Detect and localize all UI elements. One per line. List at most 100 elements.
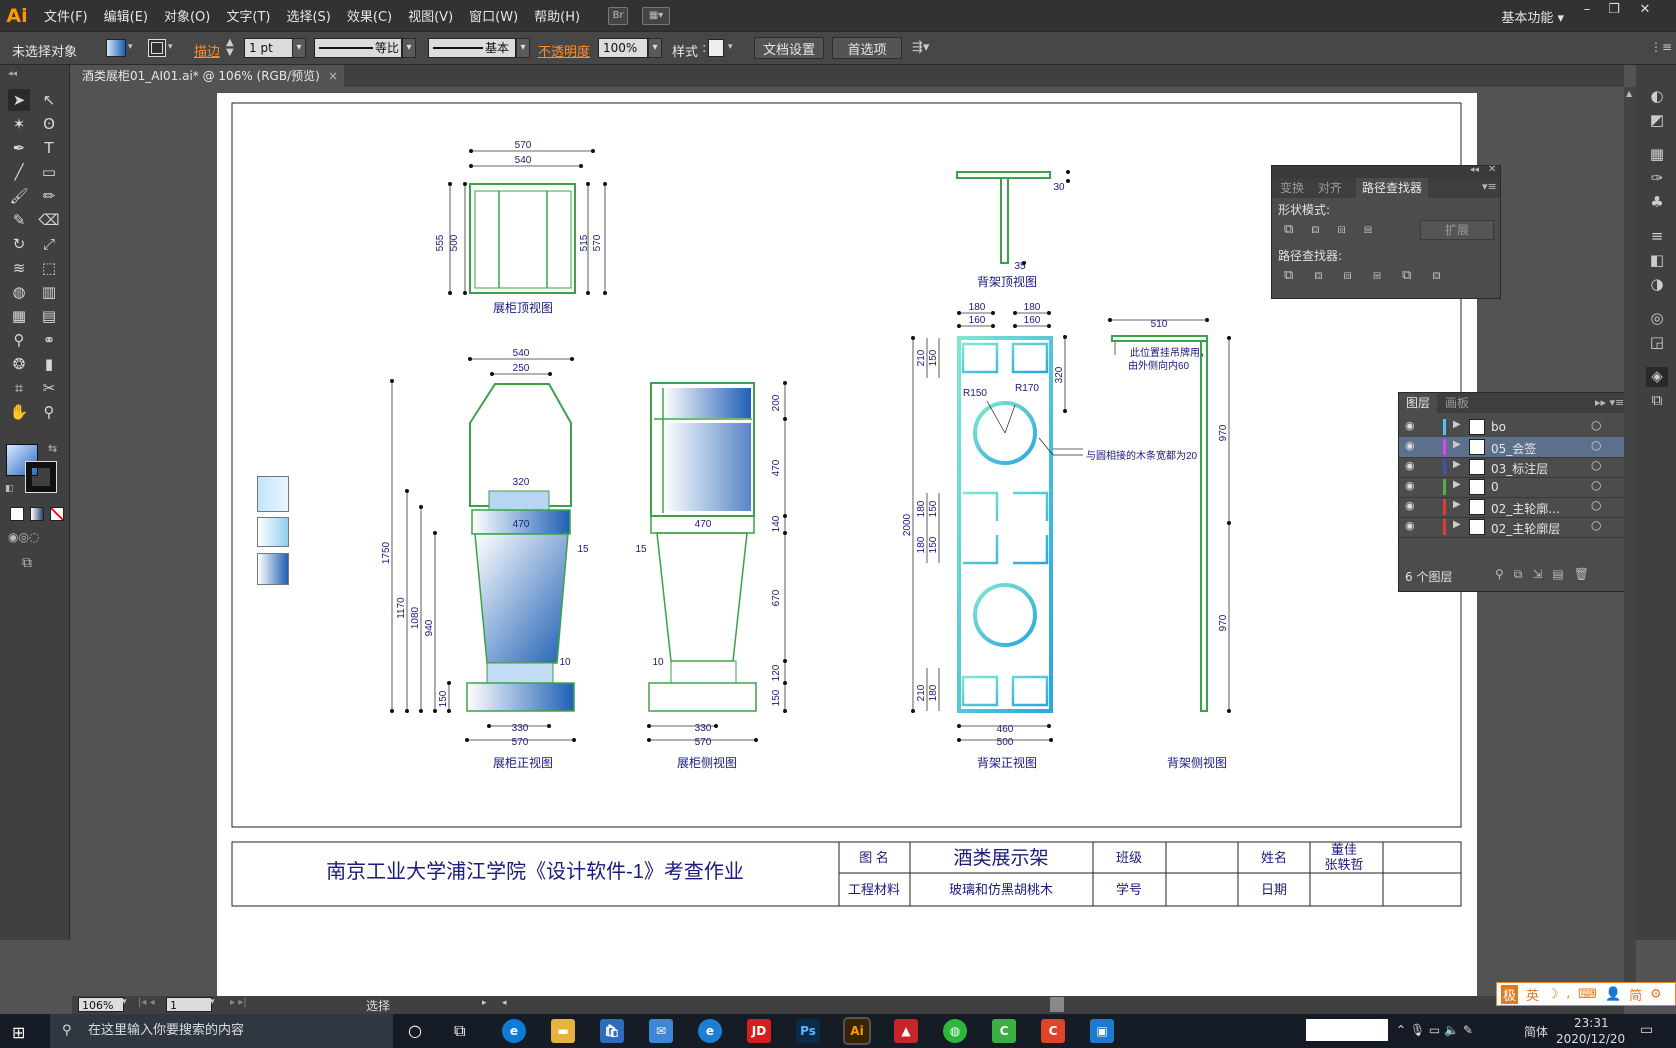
document-setup-button[interactable]: 文档设置 [754, 37, 824, 59]
fill-swatch[interactable] [106, 39, 126, 57]
stroke-label[interactable]: 描边 [194, 41, 220, 60]
workspace-switcher[interactable]: 基本功能 ▾ [1501, 7, 1564, 26]
close-tab-icon[interactable]: × [328, 65, 338, 87]
gradient-mode-icon[interactable] [30, 507, 44, 521]
shape-mode-icons[interactable]: ⧉⧈⧇⧆ [1284, 222, 1390, 237]
gradient-swatch[interactable] [257, 517, 289, 547]
screen-mode-icon[interactable]: ⧉ [22, 555, 32, 571]
blob-brush-icon[interactable]: ✎ [8, 209, 30, 231]
first-artboard-icon[interactable]: |◂ ◂ [138, 997, 155, 1008]
chevron-down-icon[interactable]: ▾ [728, 42, 733, 52]
clock-date[interactable]: 2020/12/20 [1556, 1032, 1625, 1046]
wechat-icon[interactable]: ◍ [943, 1019, 967, 1043]
chevron-down-icon[interactable]: ▾ [516, 38, 530, 58]
rectangle-tool-icon[interactable]: ▭ [38, 161, 60, 183]
menu-effect[interactable]: 效果(C) [347, 6, 392, 25]
photoshop-icon[interactable]: Ps [796, 1019, 820, 1043]
target-icon[interactable]: ○ [1591, 518, 1601, 532]
appearance-icon[interactable]: ◎ [1646, 309, 1668, 329]
scale-tool-icon[interactable]: ⤢ [38, 233, 60, 255]
layer-action-icons[interactable]: ⚲⧉⇲▤🗑 [1495, 567, 1599, 582]
variable-width-profile[interactable]: 等比 [314, 38, 402, 58]
layer-row[interactable]: ◉ ▶ 05_会签 ○ [1399, 437, 1624, 458]
type-tool-icon[interactable]: T [38, 137, 60, 159]
graphic-styles-icon[interactable]: ◲ [1646, 333, 1668, 353]
clock-time[interactable]: 23:31 [1574, 1016, 1609, 1030]
target-icon[interactable]: ○ [1591, 458, 1601, 472]
color-mode-icon[interactable] [10, 507, 24, 521]
free-transform-icon[interactable]: ⬚ [38, 257, 60, 279]
expand-arrow-icon[interactable]: ▶ [1453, 519, 1461, 530]
layer-row[interactable]: ◉ ▶ 02_主轮廓... ○ [1399, 497, 1624, 518]
opacity-input[interactable]: 100% [598, 38, 648, 58]
eye-icon[interactable]: ◉ [1405, 479, 1415, 492]
chevron-down-icon[interactable]: ▾ [210, 997, 215, 1007]
layer-row[interactable]: ◉ ▶ bo ○ [1399, 417, 1624, 438]
gradient-tool-icon[interactable]: ▤ [38, 305, 60, 327]
menu-view[interactable]: 视图(V) [408, 6, 453, 25]
tab-pathfinder[interactable]: 路径查找器 [1356, 178, 1429, 198]
tray-icons[interactable]: ⌃ 🎙 ▭ 🔈 ✎ [1396, 1023, 1473, 1037]
notification-icon[interactable]: ▭ [1640, 1022, 1653, 1038]
stroke-weight-input[interactable]: 1 pt [244, 38, 294, 58]
pathfinder-icons[interactable]: ⧉⧈⧇⧆⧉⧈ [1284, 268, 1462, 283]
chevron-down-icon[interactable]: ▾ [648, 38, 662, 58]
tab-align[interactable]: 对齐 [1318, 178, 1342, 198]
expand-arrow-icon[interactable]: ▶ [1453, 459, 1461, 470]
task-view-icon[interactable]: ⧉ [454, 1021, 465, 1041]
bridge-button[interactable]: Br [608, 6, 629, 25]
layer-name[interactable]: 02_主轮廓... [1491, 500, 1560, 517]
lasso-icon[interactable]: ʘ [38, 113, 60, 135]
restore-icon[interactable]: ❐ [1603, 2, 1625, 18]
menu-edit[interactable]: 编辑(E) [104, 6, 148, 25]
expand-arrow-icon[interactable]: ▶ [1453, 419, 1461, 430]
layer-name[interactable]: 05_会签 [1491, 440, 1536, 457]
tab-artboards[interactable]: 画板 [1445, 393, 1469, 413]
gradient-swatch[interactable] [257, 553, 289, 585]
gradient-swatch[interactable] [257, 476, 289, 512]
c-red-app-icon[interactable]: C [1041, 1019, 1065, 1043]
acrobat-icon[interactable]: ▲ [894, 1019, 918, 1043]
jd-icon[interactable]: JD [747, 1019, 771, 1043]
expand-arrow-icon[interactable]: ▶ [1453, 439, 1461, 450]
scroll-left-icon[interactable]: ◂ [502, 998, 507, 1008]
mail-icon[interactable]: ✉ [649, 1019, 673, 1043]
draw-mode-icon[interactable]: ◉◎◌ [8, 530, 39, 544]
width-tool-icon[interactable]: ≋ [8, 257, 30, 279]
cortana-icon[interactable]: ○ [408, 1021, 422, 1040]
artboards-icon[interactable]: ⧉ [1646, 391, 1668, 411]
menu-type[interactable]: 文字(T) [226, 6, 270, 25]
target-icon[interactable]: ○ [1591, 438, 1601, 452]
artboard-number[interactable]: 1 [166, 997, 212, 1012]
target-icon[interactable]: ○ [1591, 498, 1601, 512]
pen-tool-icon[interactable]: ✒ [8, 137, 30, 159]
panel-menu-icon[interactable]: ▾≡ [1482, 180, 1497, 193]
paintbrush-icon[interactable]: 🖌 [8, 185, 30, 207]
symbol-sprayer-icon[interactable]: ❂ [8, 353, 30, 375]
menu-select[interactable]: 选择(S) [286, 6, 330, 25]
color-guide-icon[interactable]: ◐ [1646, 87, 1668, 107]
vertical-scrollbar[interactable]: ▲ [1624, 87, 1636, 996]
tab-layers[interactable]: 图层 [1399, 393, 1438, 413]
zoom-tool-icon[interactable]: ⚲ [38, 401, 60, 423]
layer-name[interactable]: 03_标注层 [1491, 460, 1548, 477]
direct-selection-tool-icon[interactable]: ↖ [38, 89, 60, 111]
layers-icon[interactable]: ◈ [1646, 367, 1668, 387]
menu-help[interactable]: 帮助(H) [534, 6, 580, 25]
menu-object[interactable]: 对象(O) [164, 6, 210, 25]
expand-arrow-icon[interactable]: ▶ [1453, 499, 1461, 510]
brush-icon[interactable]: ◩ [1646, 111, 1668, 131]
arrange-documents-button[interactable]: ▦▾ [642, 6, 671, 25]
hand-tool-icon[interactable]: ✋ [8, 401, 30, 423]
minimize-icon[interactable]: – [1576, 2, 1598, 18]
pencil-icon[interactable]: ✏ [38, 185, 60, 207]
stroke-color-box[interactable] [25, 461, 57, 493]
menu-file[interactable]: 文件(F) [44, 6, 88, 25]
eye-icon[interactable]: ◉ [1405, 519, 1415, 532]
layer-name[interactable]: 0 [1491, 480, 1499, 494]
eraser-icon[interactable]: ⌫ [38, 209, 60, 231]
target-icon[interactable]: ○ [1591, 418, 1601, 432]
language-indicator[interactable]: 简体 [1524, 1023, 1548, 1040]
brush-definition[interactable]: 基本 [428, 38, 516, 58]
store-icon[interactable]: 🛍 [600, 1019, 624, 1043]
